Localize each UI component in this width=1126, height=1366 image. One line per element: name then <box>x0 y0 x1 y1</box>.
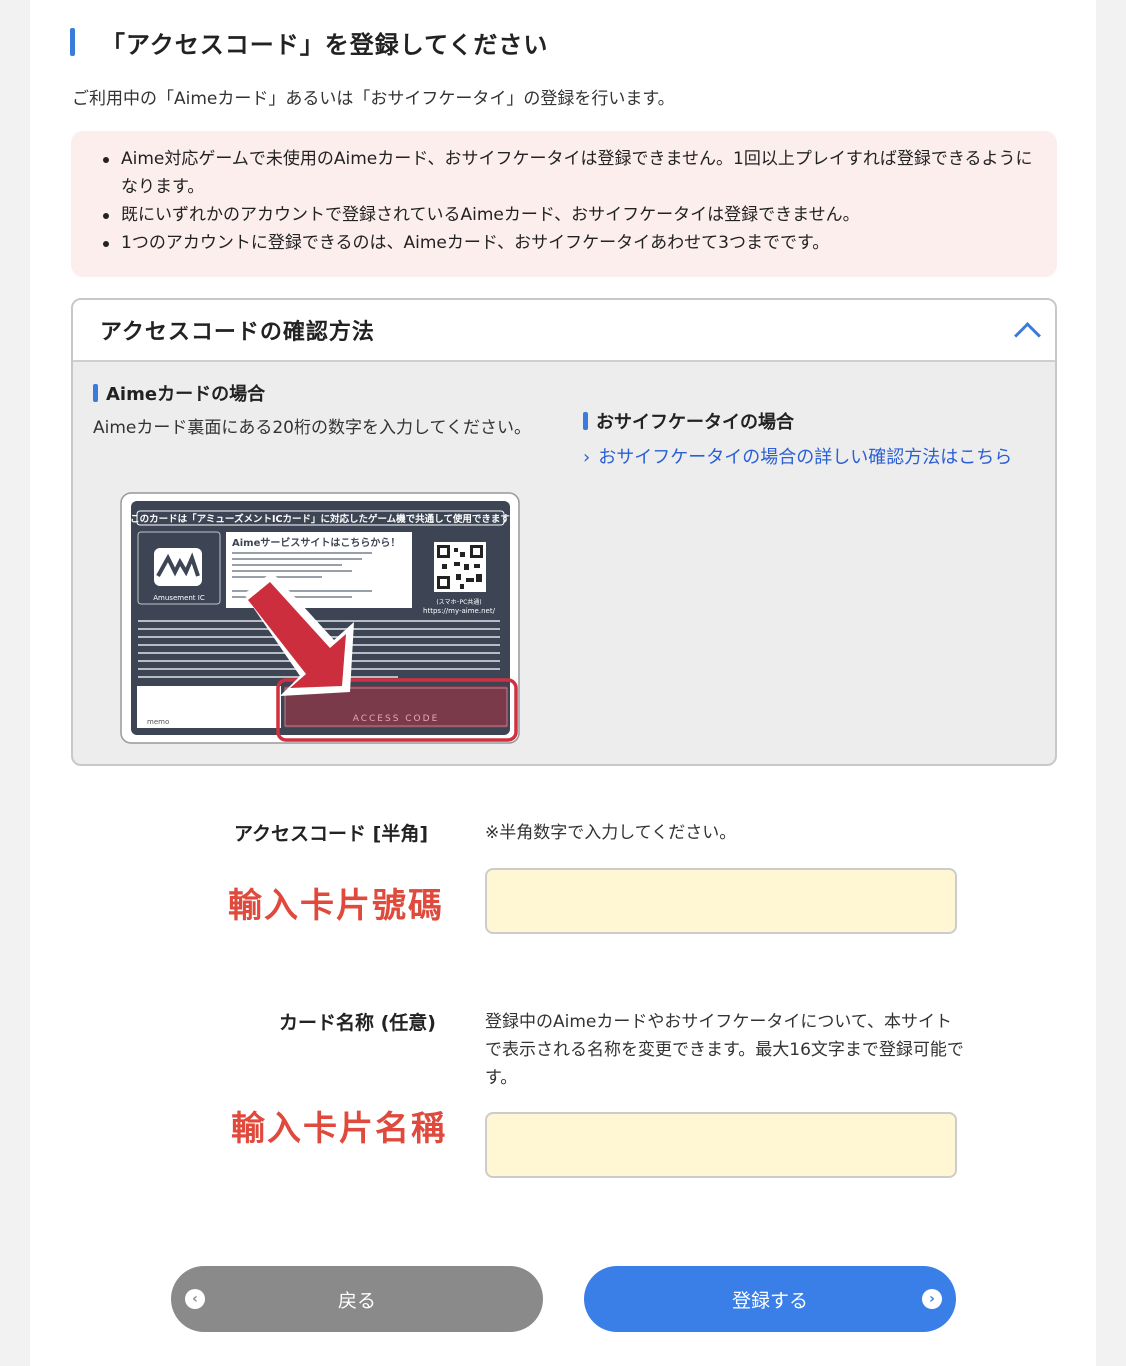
access-code-hint: ※半角数字で入力してください。 <box>485 823 737 843</box>
page-heading: 「アクセスコード」を登録してください <box>70 26 549 59</box>
osaifu-details-link-text[interactable]: おサイフケータイの場合の詳しい確認方法はこちら <box>598 444 1012 472</box>
access-code-label: ACCESS CODE <box>353 714 440 724</box>
section-accent-bar <box>93 384 98 402</box>
notice-box: Aime対応ゲームで未使用のAimeカード、おサイフケータイは登録できません。1… <box>71 131 1057 277</box>
card-name-label: カード名称 (任意) <box>279 1012 436 1034</box>
card-top-banner: このカードは「アミューズメントICカード」に対応したゲーム機で共通して使用できま… <box>130 513 510 525</box>
aime-card-description: Aimeカード裏面にある20桁の数字を入力してください。 <box>93 418 531 438</box>
osaifu-heading: おサイフケータイの場合 <box>583 408 1023 434</box>
chevron-right-icon: › <box>922 1289 942 1309</box>
back-button-label: 戻る <box>337 1289 376 1312</box>
aime-card-section: Aimeカードの場合 Aimeカード裏面にある20桁の数字を入力してください。 <box>93 380 533 442</box>
page-title: 「アクセスコード」を登録してください <box>101 30 549 59</box>
main-content: 「アクセスコード」を登録してください ご利用中の「Aimeカード」あるいは「おサ… <box>30 0 1096 1366</box>
osaifu-heading-text: おサイフケータイの場合 <box>596 412 794 433</box>
accordion-header[interactable]: アクセスコードの確認方法 <box>73 300 1055 362</box>
card-url: https://my-aime.net/ <box>423 607 496 615</box>
access-code-label: アクセスコード [半角] <box>234 823 429 845</box>
url-note: (スマホ･PC共通) <box>436 598 481 606</box>
chevron-left-icon: ‹ <box>185 1289 205 1309</box>
aime-card-heading-text: Aimeカードの場合 <box>106 384 266 405</box>
card-name-annotation: 輸入卡片名稱 <box>231 1109 447 1149</box>
card-name-hint: 登録中のAimeカードやおサイフケータイについて、本サイトで表示される名称を変更… <box>485 1012 964 1088</box>
qr-code-image <box>434 542 486 592</box>
register-button-label: 登録する <box>731 1289 808 1312</box>
access-code-input[interactable] <box>485 868 957 934</box>
aime-card-heading: Aimeカードの場合 <box>93 380 533 406</box>
heading-accent-bar <box>70 28 75 56</box>
section-accent-bar <box>583 412 588 430</box>
access-code-annotation: 輸入卡片號碼 <box>228 886 444 926</box>
notice-item: 1つのアカウントに登録できるのは、Aimeカード、おサイフケータイあわせて3つま… <box>103 229 1037 257</box>
intro-text: ご利用中の「Aimeカード」あるいは「おサイフケータイ」の登録を行います。 <box>72 89 675 109</box>
aime-card-back-image: このカードは「アミューズメントICカード」に対応したゲーム機で共通して使用できま… <box>120 492 520 744</box>
memo-label: memo <box>147 718 169 726</box>
osaifu-section: おサイフケータイの場合 › おサイフケータイの場合の詳しい確認方法はこちら <box>583 408 1023 472</box>
notice-item: 既にいずれかのアカウントで登録されているAimeカード、おサイフケータイは登録で… <box>103 201 1037 229</box>
back-button[interactable]: ‹ 戻る <box>171 1266 543 1332</box>
accordion-title: アクセスコードの確認方法 <box>100 320 375 345</box>
register-button[interactable]: 登録する › <box>584 1266 956 1332</box>
chevron-up-icon[interactable] <box>1014 321 1041 349</box>
osaifu-details-link[interactable]: › おサイフケータイの場合の詳しい確認方法はこちら <box>583 444 1023 472</box>
service-site-title: Aimeサービスサイトはこちらから！ <box>232 536 400 549</box>
chevron-right-icon: › <box>583 447 591 468</box>
card-name-input[interactable] <box>485 1112 957 1178</box>
access-code-help-accordion: アクセスコードの確認方法 Aimeカードの場合 Aimeカード裏面にある20桁の… <box>71 298 1057 766</box>
logo-caption: Amusement IC <box>153 594 205 602</box>
notice-item: Aime対応ゲームで未使用のAimeカード、おサイフケータイは登録できません。1… <box>103 145 1037 201</box>
